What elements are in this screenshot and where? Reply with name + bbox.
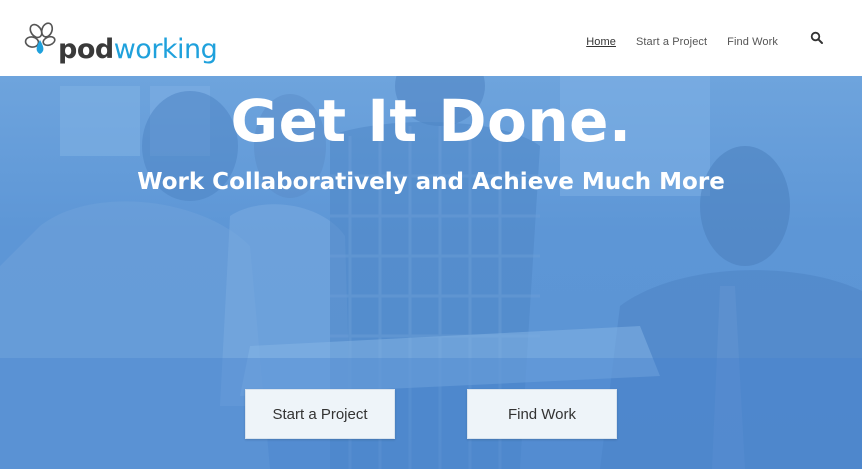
start-a-project-button[interactable]: Start a Project bbox=[245, 389, 395, 439]
hero-bottom-band bbox=[0, 358, 862, 469]
logo-text-pod: pod bbox=[58, 34, 114, 65]
search-icon[interactable] bbox=[810, 31, 824, 45]
logo-text-working: working bbox=[113, 34, 218, 65]
hero-subtitle: Work Collaboratively and Achieve Much Mo… bbox=[137, 169, 725, 195]
main-nav: Home Start a Project Find Work bbox=[586, 36, 778, 48]
podworking-logo[interactable]: podworking bbox=[22, 20, 218, 66]
site-header: podworking Home Start a Project Find Wor… bbox=[0, 0, 862, 76]
nav-home-link[interactable]: Home bbox=[586, 36, 616, 48]
hero-section: Get It Done. Work Collaboratively and Ac… bbox=[0, 76, 862, 469]
hero-title: Get It Done. bbox=[230, 87, 632, 155]
logo-droplet-icon bbox=[24, 22, 56, 54]
find-work-button[interactable]: Find Work bbox=[467, 389, 617, 439]
nav-find-work-link[interactable]: Find Work bbox=[727, 36, 778, 48]
logo-wordmark: podworking bbox=[58, 34, 218, 65]
nav-start-project-link[interactable]: Start a Project bbox=[636, 36, 707, 48]
